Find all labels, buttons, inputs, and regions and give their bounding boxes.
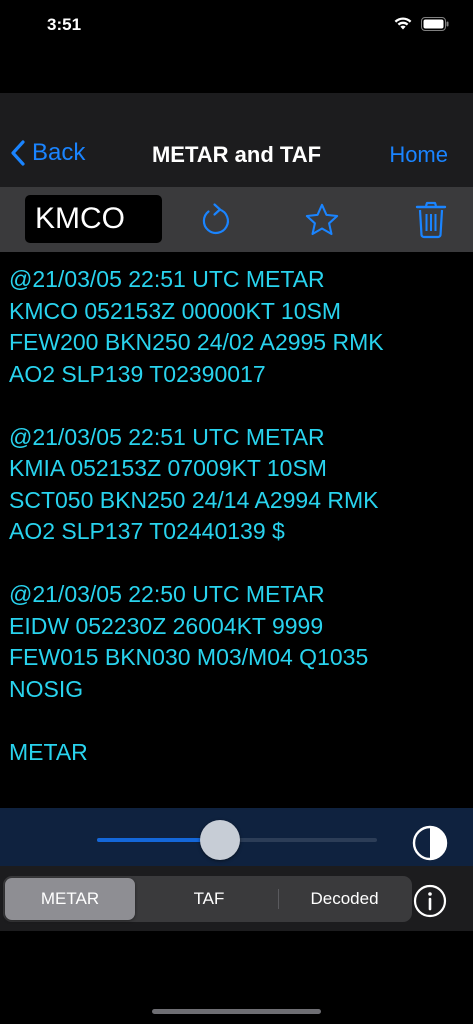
- report-block-eidw: @21/03/05 22:50 UTC METAR EIDW 052230Z 2…: [9, 581, 369, 702]
- status-bar: 3:51: [0, 0, 473, 54]
- segment-bar: METAR TAF Decoded: [0, 866, 473, 931]
- report-area[interactable]: @21/03/05 22:51 UTC METAR KMCO 052153Z 0…: [0, 252, 473, 808]
- trash-icon: [415, 201, 447, 239]
- navigation-bar: Back METAR and TAF Home: [0, 93, 473, 187]
- wifi-icon: [394, 17, 412, 30]
- back-button[interactable]: Back: [10, 139, 85, 167]
- status-icons: [393, 16, 449, 31]
- slider-bar: [0, 808, 473, 866]
- segment-taf[interactable]: TAF: [141, 878, 277, 920]
- contrast-button[interactable]: [411, 824, 449, 862]
- toolbar: [0, 187, 473, 252]
- refresh-icon: [202, 203, 229, 235]
- battery-icon: [421, 16, 449, 31]
- station-input[interactable]: [25, 195, 162, 243]
- info-icon: [413, 884, 447, 918]
- info-button[interactable]: [412, 883, 448, 919]
- slider-thumb[interactable]: [200, 820, 241, 860]
- favorite-button[interactable]: [304, 201, 340, 239]
- font-size-slider[interactable]: [97, 820, 377, 860]
- report-block-kmia: @21/03/05 22:51 UTC METAR KMIA 052153Z 0…: [9, 423, 379, 545]
- star-icon: [305, 203, 339, 236]
- report-block-trailer: METAR: [9, 738, 88, 765]
- metar-report: @21/03/05 22:51 UTC METAR KMCO 052153Z 0…: [0, 252, 473, 768]
- chevron-left-icon: [11, 140, 25, 166]
- delete-button[interactable]: [413, 201, 449, 239]
- contrast-icon: [412, 825, 448, 861]
- home-button[interactable]: Home: [389, 142, 448, 168]
- back-label: Back: [32, 139, 86, 166]
- segment-metar[interactable]: METAR: [5, 878, 135, 920]
- report-block-kmco: @21/03/05 22:51 UTC METAR KMCO 052153Z 0…: [9, 266, 384, 387]
- segment-decoded[interactable]: Decoded: [279, 878, 410, 920]
- refresh-button[interactable]: [198, 201, 234, 239]
- status-time: 3:51: [47, 15, 82, 34]
- home-indicator: [152, 1009, 321, 1014]
- report-type-segmented-control: METAR TAF Decoded: [3, 876, 412, 922]
